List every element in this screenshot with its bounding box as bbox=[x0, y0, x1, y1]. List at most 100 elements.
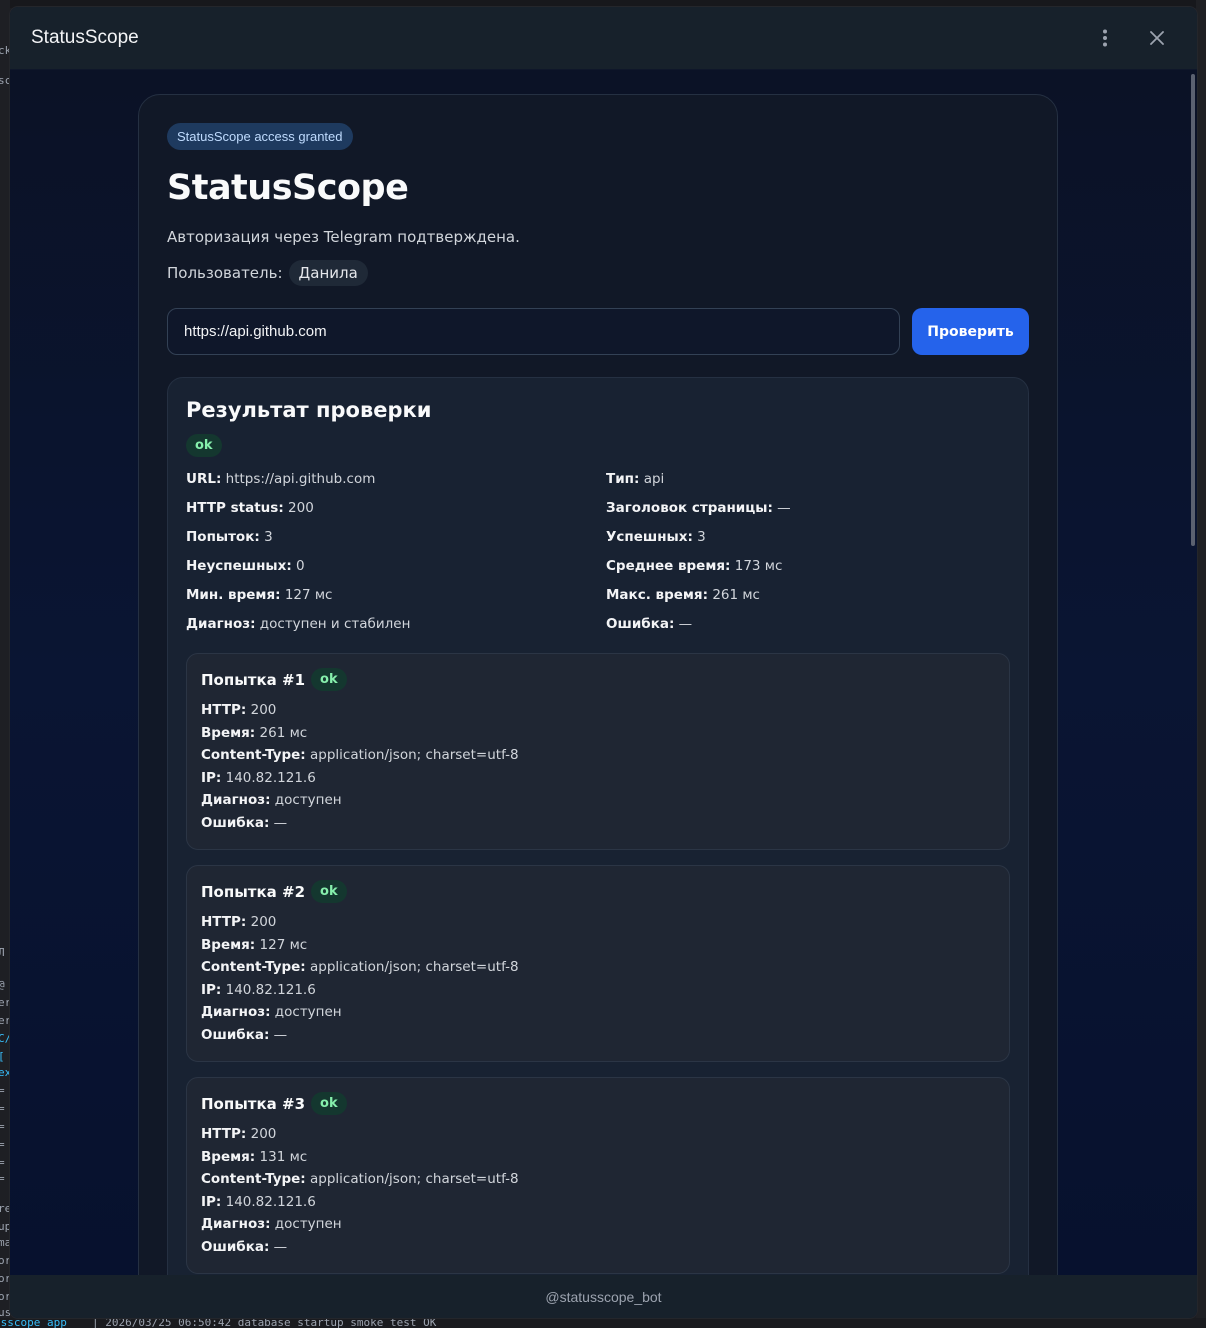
app-content: StatusScope access granted StatusScope А… bbox=[10, 70, 1197, 1275]
summary-value: 200 bbox=[288, 500, 314, 516]
attempt-detail-row: Ошибка: — bbox=[201, 1024, 995, 1047]
footer-bot-name: @statusscope_bot bbox=[10, 1275, 1197, 1318]
user-row: Пользователь: Данила bbox=[167, 260, 1029, 286]
detail-key: IP: bbox=[201, 1193, 222, 1210]
attempt-detail-row: Время: 131 мс bbox=[201, 1146, 995, 1169]
terminal-fragment: re bbox=[0, 1202, 10, 1215]
summary-key: Диагноз: bbox=[186, 616, 256, 632]
detail-value: 200 bbox=[250, 702, 277, 718]
summary-value: 0 bbox=[296, 558, 305, 574]
summary-item: Макс. время: 261 мс bbox=[606, 587, 1006, 606]
detail-value: доступен bbox=[274, 1216, 342, 1232]
attempt-detail-row: Диагноз: доступен bbox=[201, 789, 995, 812]
page-title: StatusScope bbox=[167, 168, 409, 208]
detail-key: Content-Type: bbox=[201, 747, 306, 763]
attempt-detail-row: Ошибка: — bbox=[201, 812, 995, 835]
detail-key: HTTP: bbox=[201, 1126, 247, 1142]
summary-item: Мин. время: 127 мс bbox=[186, 587, 606, 606]
attempt-header: Попытка #2 ok bbox=[201, 880, 995, 903]
check-button[interactable]: Проверить bbox=[912, 308, 1029, 355]
summary-key: Тип: bbox=[606, 471, 640, 487]
more-vertical-icon bbox=[1103, 29, 1107, 47]
attempt-detail-row: IP: 140.82.121.6 bbox=[201, 1191, 995, 1214]
terminal-fragment: @ bbox=[0, 978, 5, 991]
summary-key: Попыток: bbox=[186, 529, 260, 545]
close-icon bbox=[1150, 31, 1164, 45]
detail-value: 140.82.121.6 bbox=[225, 981, 316, 998]
attempt-title: Попытка #2 bbox=[201, 882, 306, 901]
attempt-header: Попытка #3 ok bbox=[201, 1092, 995, 1115]
terminal-log-text: | 2026/03/25 06:50:42 database startup s… bbox=[92, 1318, 437, 1328]
scrollbar[interactable] bbox=[1191, 74, 1195, 546]
detail-key: Время: bbox=[201, 724, 256, 741]
summary-key: Среднее время: bbox=[606, 558, 731, 574]
attempt-detail-row: IP: 140.82.121.6 bbox=[201, 767, 995, 790]
detail-key: Ошибка: bbox=[201, 814, 270, 831]
terminal-fragment: C/ bbox=[0, 1032, 10, 1045]
summary-value: 127 мс bbox=[284, 587, 333, 603]
terminal-fragment: or bbox=[0, 1290, 10, 1303]
attempt-card: Попытка #3 ok HTTP: 200 Время: 131 мс Conten… bbox=[186, 1077, 1010, 1274]
terminal-app-name: usscope_app bbox=[0, 1318, 67, 1328]
detail-value: 131 мс bbox=[259, 1148, 308, 1165]
terminal-fragment: = bbox=[0, 1138, 5, 1151]
attempt-card: Попытка #1 ok HTTP: 200 Время: 261 мс Conten… bbox=[186, 653, 1010, 850]
attempt-title: Попытка #1 bbox=[201, 670, 306, 689]
terminal-fragment: = bbox=[0, 1172, 5, 1185]
summary-value: 173 мс bbox=[734, 558, 783, 574]
summary-key: URL: bbox=[186, 471, 222, 487]
detail-value: application/json; charset=utf-8 bbox=[310, 747, 519, 763]
attempts-list: Попытка #1 ok HTTP: 200 Время: 261 мс Conten… bbox=[186, 653, 1010, 1274]
summary-item: Ошибка: — bbox=[606, 616, 1006, 635]
detail-key: Ошибка: bbox=[201, 1026, 270, 1043]
attempt-detail-row: Диагноз: доступен bbox=[201, 1001, 995, 1024]
attempt-header: Попытка #1 ok bbox=[201, 668, 995, 691]
summary-key: HTTP status: bbox=[186, 500, 284, 516]
result-panel: Результат проверки ok URL: https://api.g… bbox=[167, 377, 1029, 1275]
summary-item: Неуспешных: 0 bbox=[186, 558, 606, 577]
terminal-fragment: = bbox=[0, 1156, 5, 1169]
more-menu-button[interactable] bbox=[1085, 18, 1125, 58]
terminal-fragment: [ bbox=[0, 1050, 5, 1063]
attempt-status-badge: ok bbox=[311, 668, 347, 691]
detail-value: 140.82.121.6 bbox=[225, 1193, 316, 1210]
attempt-detail-row: Диагноз: доступен bbox=[201, 1213, 995, 1236]
detail-key: Время: bbox=[201, 1148, 256, 1165]
detail-value: 200 bbox=[250, 1126, 277, 1142]
summary-value: доступен и стабилен bbox=[259, 616, 411, 632]
terminal-fragment: = bbox=[0, 1120, 5, 1133]
url-input[interactable] bbox=[167, 308, 900, 355]
summary-grid: URL: https://api.github.com Тип: api HTTP … bbox=[186, 471, 1010, 635]
attempt-detail-row: Content-Type: application/json; charset=… bbox=[201, 956, 995, 979]
detail-key: Ошибка: bbox=[201, 1238, 270, 1255]
summary-item: Попыток: 3 bbox=[186, 529, 606, 548]
result-title: Результат проверки bbox=[186, 398, 432, 422]
detail-value: 261 мс bbox=[259, 724, 308, 741]
detail-value: 200 bbox=[250, 914, 277, 930]
terminal-fragment: or bbox=[0, 1272, 10, 1285]
attempt-detail-row: HTTP: 200 bbox=[201, 699, 995, 722]
attempt-detail-row: Content-Type: application/json; charset=… bbox=[201, 1168, 995, 1191]
attempt-status-badge: ok bbox=[311, 880, 347, 903]
terminal-fragment: er bbox=[0, 1014, 10, 1027]
summary-value: https://api.github.com bbox=[225, 471, 376, 487]
attempt-detail-row: HTTP: 200 bbox=[201, 1123, 995, 1146]
terminal-fragment: er bbox=[0, 996, 10, 1009]
attempt-detail-row: Content-Type: application/json; charset=… bbox=[201, 744, 995, 767]
detail-key: IP: bbox=[201, 981, 222, 998]
detail-value: 127 мс bbox=[259, 936, 308, 953]
detail-key: Content-Type: bbox=[201, 1171, 306, 1187]
status-badge: ok bbox=[186, 434, 222, 457]
attempt-card: Попытка #2 ok HTTP: 200 Время: 127 мс Conten… bbox=[186, 865, 1010, 1062]
summary-value: 3 bbox=[697, 529, 706, 545]
detail-value: доступен bbox=[274, 1004, 342, 1020]
close-button[interactable] bbox=[1137, 18, 1177, 58]
user-chip: Данила bbox=[288, 260, 368, 286]
window-titlebar: StatusScope bbox=[10, 7, 1197, 70]
detail-key: IP: bbox=[201, 769, 222, 786]
summary-key: Мин. время: bbox=[186, 587, 281, 603]
terminal-fragment: ck bbox=[0, 44, 10, 57]
auth-status-text: Авторизация через Telegram подтверждена. bbox=[167, 228, 520, 246]
detail-value: — bbox=[273, 1026, 288, 1043]
attempt-details: HTTP: 200 Время: 261 мс Content-Type: appl… bbox=[201, 699, 995, 834]
